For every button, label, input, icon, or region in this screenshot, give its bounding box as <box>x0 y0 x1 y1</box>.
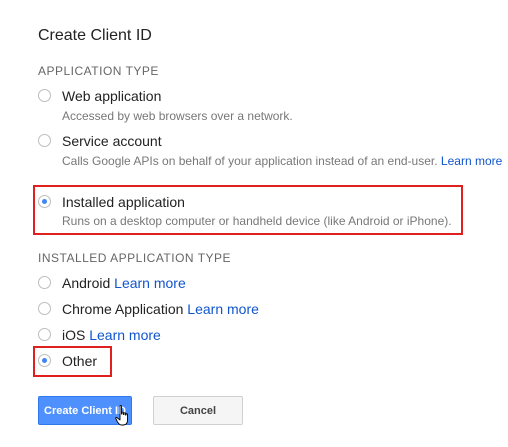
option-web-application-label: Web application <box>62 88 162 104</box>
radio-service-account[interactable] <box>38 134 51 147</box>
option-installed-application[interactable]: Installed application Runs on a desktop … <box>38 194 458 228</box>
option-service-account-label: Service account <box>62 133 162 149</box>
option-service-account[interactable]: Service account Calls Google APIs on beh… <box>38 133 502 168</box>
installed-application-type-section-label: INSTALLED APPLICATION TYPE <box>38 251 232 265</box>
android-learn-more-link[interactable]: Learn more <box>114 275 186 291</box>
cancel-button[interactable]: Cancel <box>153 396 243 425</box>
option-other[interactable]: Other <box>38 353 108 373</box>
option-ios-label: iOS <box>62 327 86 343</box>
option-service-account-description-wrap: Calls Google APIs on behalf of your appl… <box>62 154 502 168</box>
radio-installed-application[interactable] <box>38 195 51 208</box>
option-web-application[interactable]: Web application Accessed by web browsers… <box>38 88 338 123</box>
ios-learn-more-link[interactable]: Learn more <box>89 327 161 343</box>
option-other-label: Other <box>62 353 98 369</box>
option-ios[interactable]: iOS Learn more <box>38 327 218 347</box>
option-chrome-application-label: Chrome Application <box>62 301 184 317</box>
radio-chrome-application[interactable] <box>38 302 51 315</box>
radio-web-application[interactable] <box>38 89 51 102</box>
option-android-label: Android <box>62 275 111 291</box>
option-service-account-description: Calls Google APIs on behalf of your appl… <box>62 154 438 168</box>
option-chrome-application[interactable]: Chrome Application Learn more <box>38 301 298 321</box>
dialog-title: Create Client ID <box>38 27 152 44</box>
application-type-section-label: APPLICATION TYPE <box>38 64 159 78</box>
hand-pointer-cursor-icon <box>115 405 128 426</box>
option-ios-label-wrap: iOS Learn more <box>62 327 161 343</box>
service-account-learn-more-link[interactable]: Learn more <box>441 154 502 168</box>
option-installed-application-label: Installed application <box>62 194 185 210</box>
radio-ios[interactable] <box>38 328 51 341</box>
option-android-label-wrap: Android Learn more <box>62 275 186 291</box>
chrome-application-learn-more-link[interactable]: Learn more <box>187 301 259 317</box>
option-installed-application-description: Runs on a desktop computer or handheld d… <box>62 214 452 228</box>
option-android[interactable]: Android Learn more <box>38 275 238 295</box>
radio-android[interactable] <box>38 276 51 289</box>
radio-other[interactable] <box>38 354 51 367</box>
option-chrome-application-label-wrap: Chrome Application Learn more <box>62 301 259 317</box>
option-web-application-description: Accessed by web browsers over a network. <box>62 109 293 123</box>
